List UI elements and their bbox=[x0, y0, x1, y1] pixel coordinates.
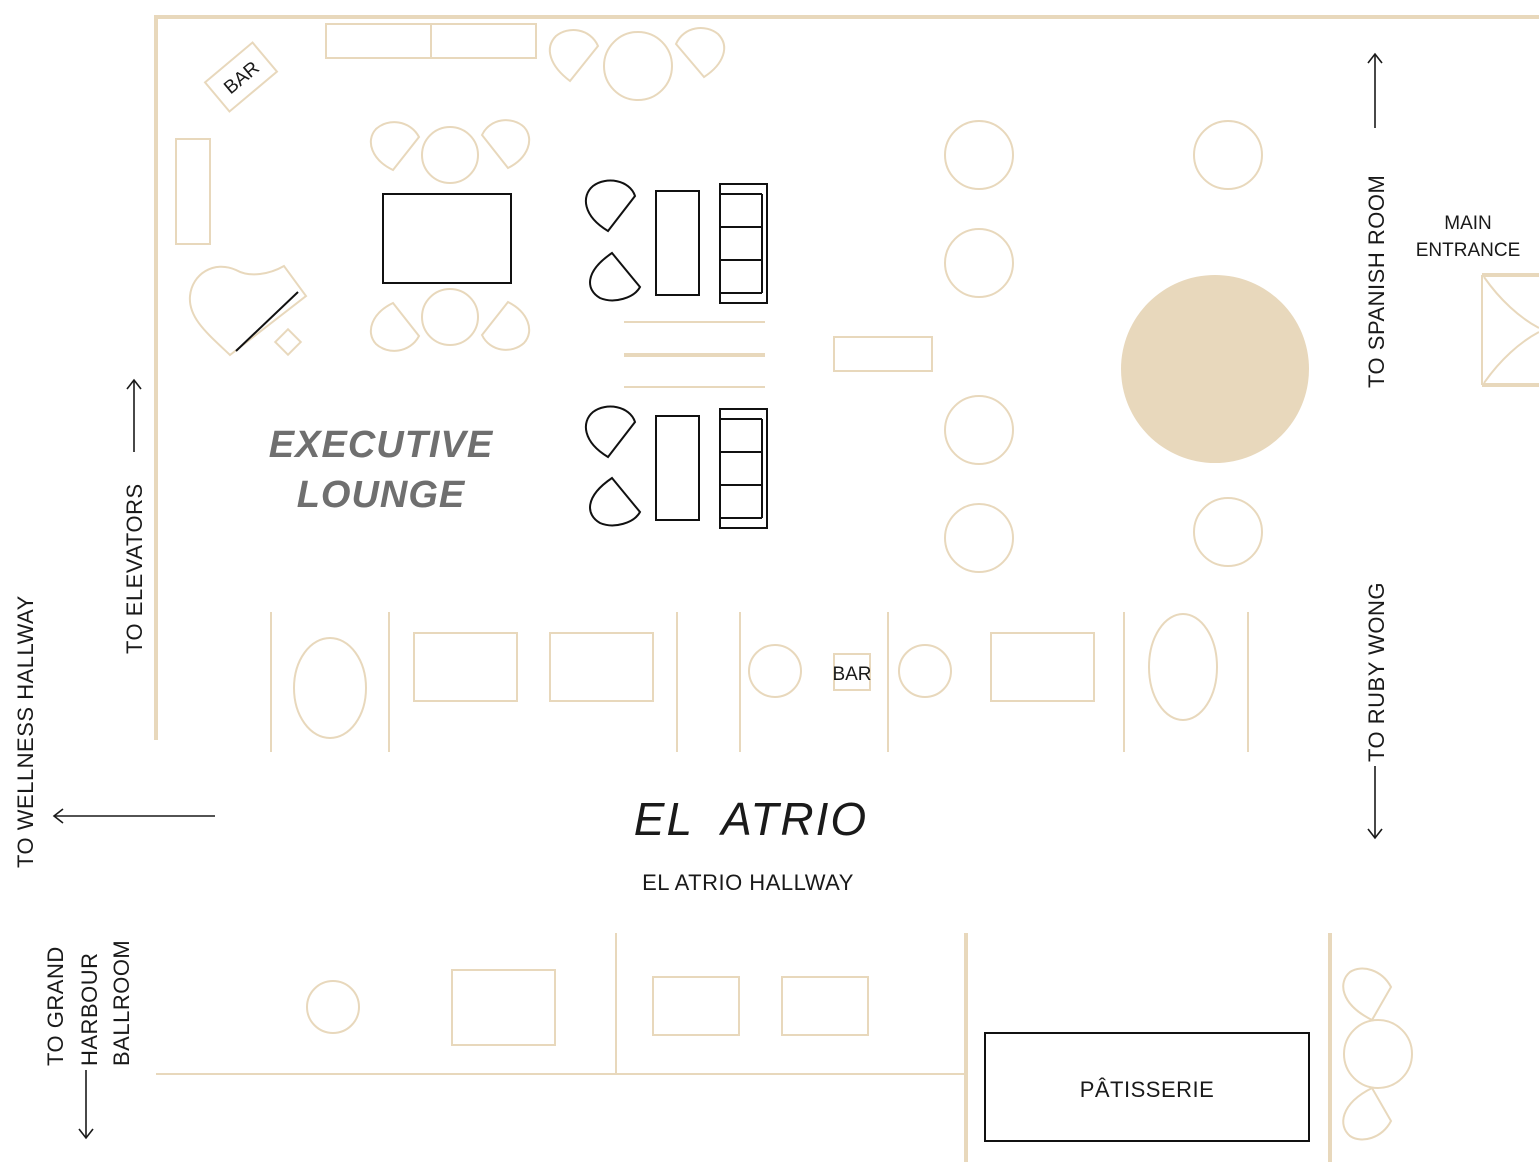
cafe-table-5 bbox=[1193, 120, 1263, 190]
coffee-table-upper bbox=[655, 190, 700, 296]
to-wellness-hallway-label[interactable]: TO WELLNESS HALLWAY bbox=[13, 595, 38, 868]
patisserie-chair-1 bbox=[1342, 967, 1393, 1022]
bar-counter-label: BAR bbox=[832, 664, 871, 685]
to-grand-harbour-label-line3[interactable]: BALLROOM bbox=[109, 940, 134, 1066]
armchair-upper-2 bbox=[589, 251, 642, 302]
dining-table bbox=[382, 193, 512, 284]
patisserie-round-table bbox=[1343, 1019, 1413, 1089]
el-atrio-hallway-label: EL ATRIO HALLWAY bbox=[642, 870, 854, 895]
dining-set bbox=[370, 119, 531, 352]
side-bench-left bbox=[175, 138, 211, 245]
cafe-table-2 bbox=[944, 228, 1014, 298]
cafe-table-6 bbox=[1193, 497, 1263, 567]
armchair-lower-2 bbox=[589, 476, 642, 527]
top-furniture bbox=[175, 23, 726, 245]
armchair-lower-1 bbox=[585, 405, 637, 459]
cafe-table-3 bbox=[944, 395, 1014, 465]
atrium-feature-circle bbox=[1121, 275, 1309, 463]
booth-round-table-1 bbox=[748, 644, 802, 698]
booth-row: BAR bbox=[270, 612, 1249, 752]
booth-oval-table-1 bbox=[293, 637, 367, 739]
booth-oval-table-2 bbox=[1148, 613, 1218, 721]
table-top-round bbox=[603, 31, 673, 101]
grand-piano bbox=[188, 264, 308, 357]
lounge-outer-wall bbox=[154, 15, 1539, 740]
entrance-door-swing-2[interactable] bbox=[1483, 331, 1539, 384]
piano-bench bbox=[273, 327, 303, 357]
coffee-table-lower bbox=[655, 415, 700, 521]
piano-keys bbox=[235, 291, 299, 352]
entrance-door-swing-1[interactable] bbox=[1483, 276, 1539, 329]
cafe-table-1 bbox=[944, 120, 1014, 190]
main-entrance-doors[interactable] bbox=[1481, 273, 1539, 387]
booth-table-2 bbox=[549, 632, 654, 702]
patisserie-chair-2 bbox=[1342, 1086, 1393, 1141]
bench-top-1 bbox=[325, 23, 432, 59]
dining-chair-tl bbox=[370, 121, 421, 172]
lower-round-table bbox=[306, 980, 360, 1034]
bench-top-2 bbox=[430, 23, 537, 59]
booth-table-3 bbox=[990, 632, 1095, 702]
floor-plan: BAR BAR EXECUTIVE LOUNGE EL ATRIO EL ATR… bbox=[13, 15, 1539, 1162]
to-ruby-wong-label[interactable]: TO RUBY WONG bbox=[1364, 582, 1389, 762]
lower-table-3 bbox=[781, 976, 869, 1036]
to-grand-harbour-label-line2[interactable]: HARBOUR bbox=[77, 952, 102, 1066]
dining-chair-tr bbox=[480, 119, 531, 170]
direction-arrows bbox=[52, 52, 1383, 1140]
main-entrance-label-line1: MAIN bbox=[1444, 213, 1492, 234]
booth-round-table-2 bbox=[898, 644, 952, 698]
console-table bbox=[833, 336, 933, 372]
dining-stool-top bbox=[421, 126, 479, 184]
to-spanish-room-label[interactable]: TO SPANISH ROOM bbox=[1364, 175, 1389, 388]
sofa-group-upper bbox=[585, 179, 768, 304]
booth-table-1 bbox=[413, 632, 518, 702]
patisserie-label[interactable]: PÂTISSERIE bbox=[1080, 1077, 1215, 1102]
armchair-upper-1 bbox=[585, 179, 637, 233]
cafe-tables bbox=[944, 120, 1309, 573]
sofa-upper bbox=[719, 183, 768, 304]
dining-chair-bl bbox=[370, 301, 421, 352]
lower-table-2 bbox=[652, 976, 740, 1036]
executive-lounge-title-line2: LOUNGE bbox=[297, 474, 466, 516]
piano-body bbox=[188, 264, 308, 357]
labels: EXECUTIVE LOUNGE EL ATRIO EL ATRIO HALLW… bbox=[13, 175, 1520, 1102]
chair-top-right bbox=[674, 27, 726, 79]
sofa-group-lower bbox=[585, 405, 768, 529]
to-elevators-label[interactable]: TO ELEVATORS bbox=[122, 483, 147, 654]
main-entrance-label-line2: ENTRANCE bbox=[1416, 240, 1521, 261]
sofa-lower bbox=[719, 408, 768, 529]
corner-bar: BAR bbox=[203, 41, 279, 113]
center-divider bbox=[624, 321, 933, 388]
dining-chair-br bbox=[480, 300, 531, 351]
executive-lounge-title-line1: EXECUTIVE bbox=[269, 424, 494, 466]
dining-stool-bottom bbox=[421, 288, 479, 346]
lower-furniture bbox=[306, 967, 1413, 1142]
to-grand-harbour-label-line1[interactable]: TO GRAND bbox=[43, 946, 68, 1066]
cafe-table-4 bbox=[944, 503, 1014, 573]
lower-table-1 bbox=[451, 969, 556, 1046]
chair-top-left bbox=[548, 29, 600, 83]
walls bbox=[154, 15, 1539, 1162]
el-atrio-title: EL ATRIO bbox=[634, 793, 868, 845]
